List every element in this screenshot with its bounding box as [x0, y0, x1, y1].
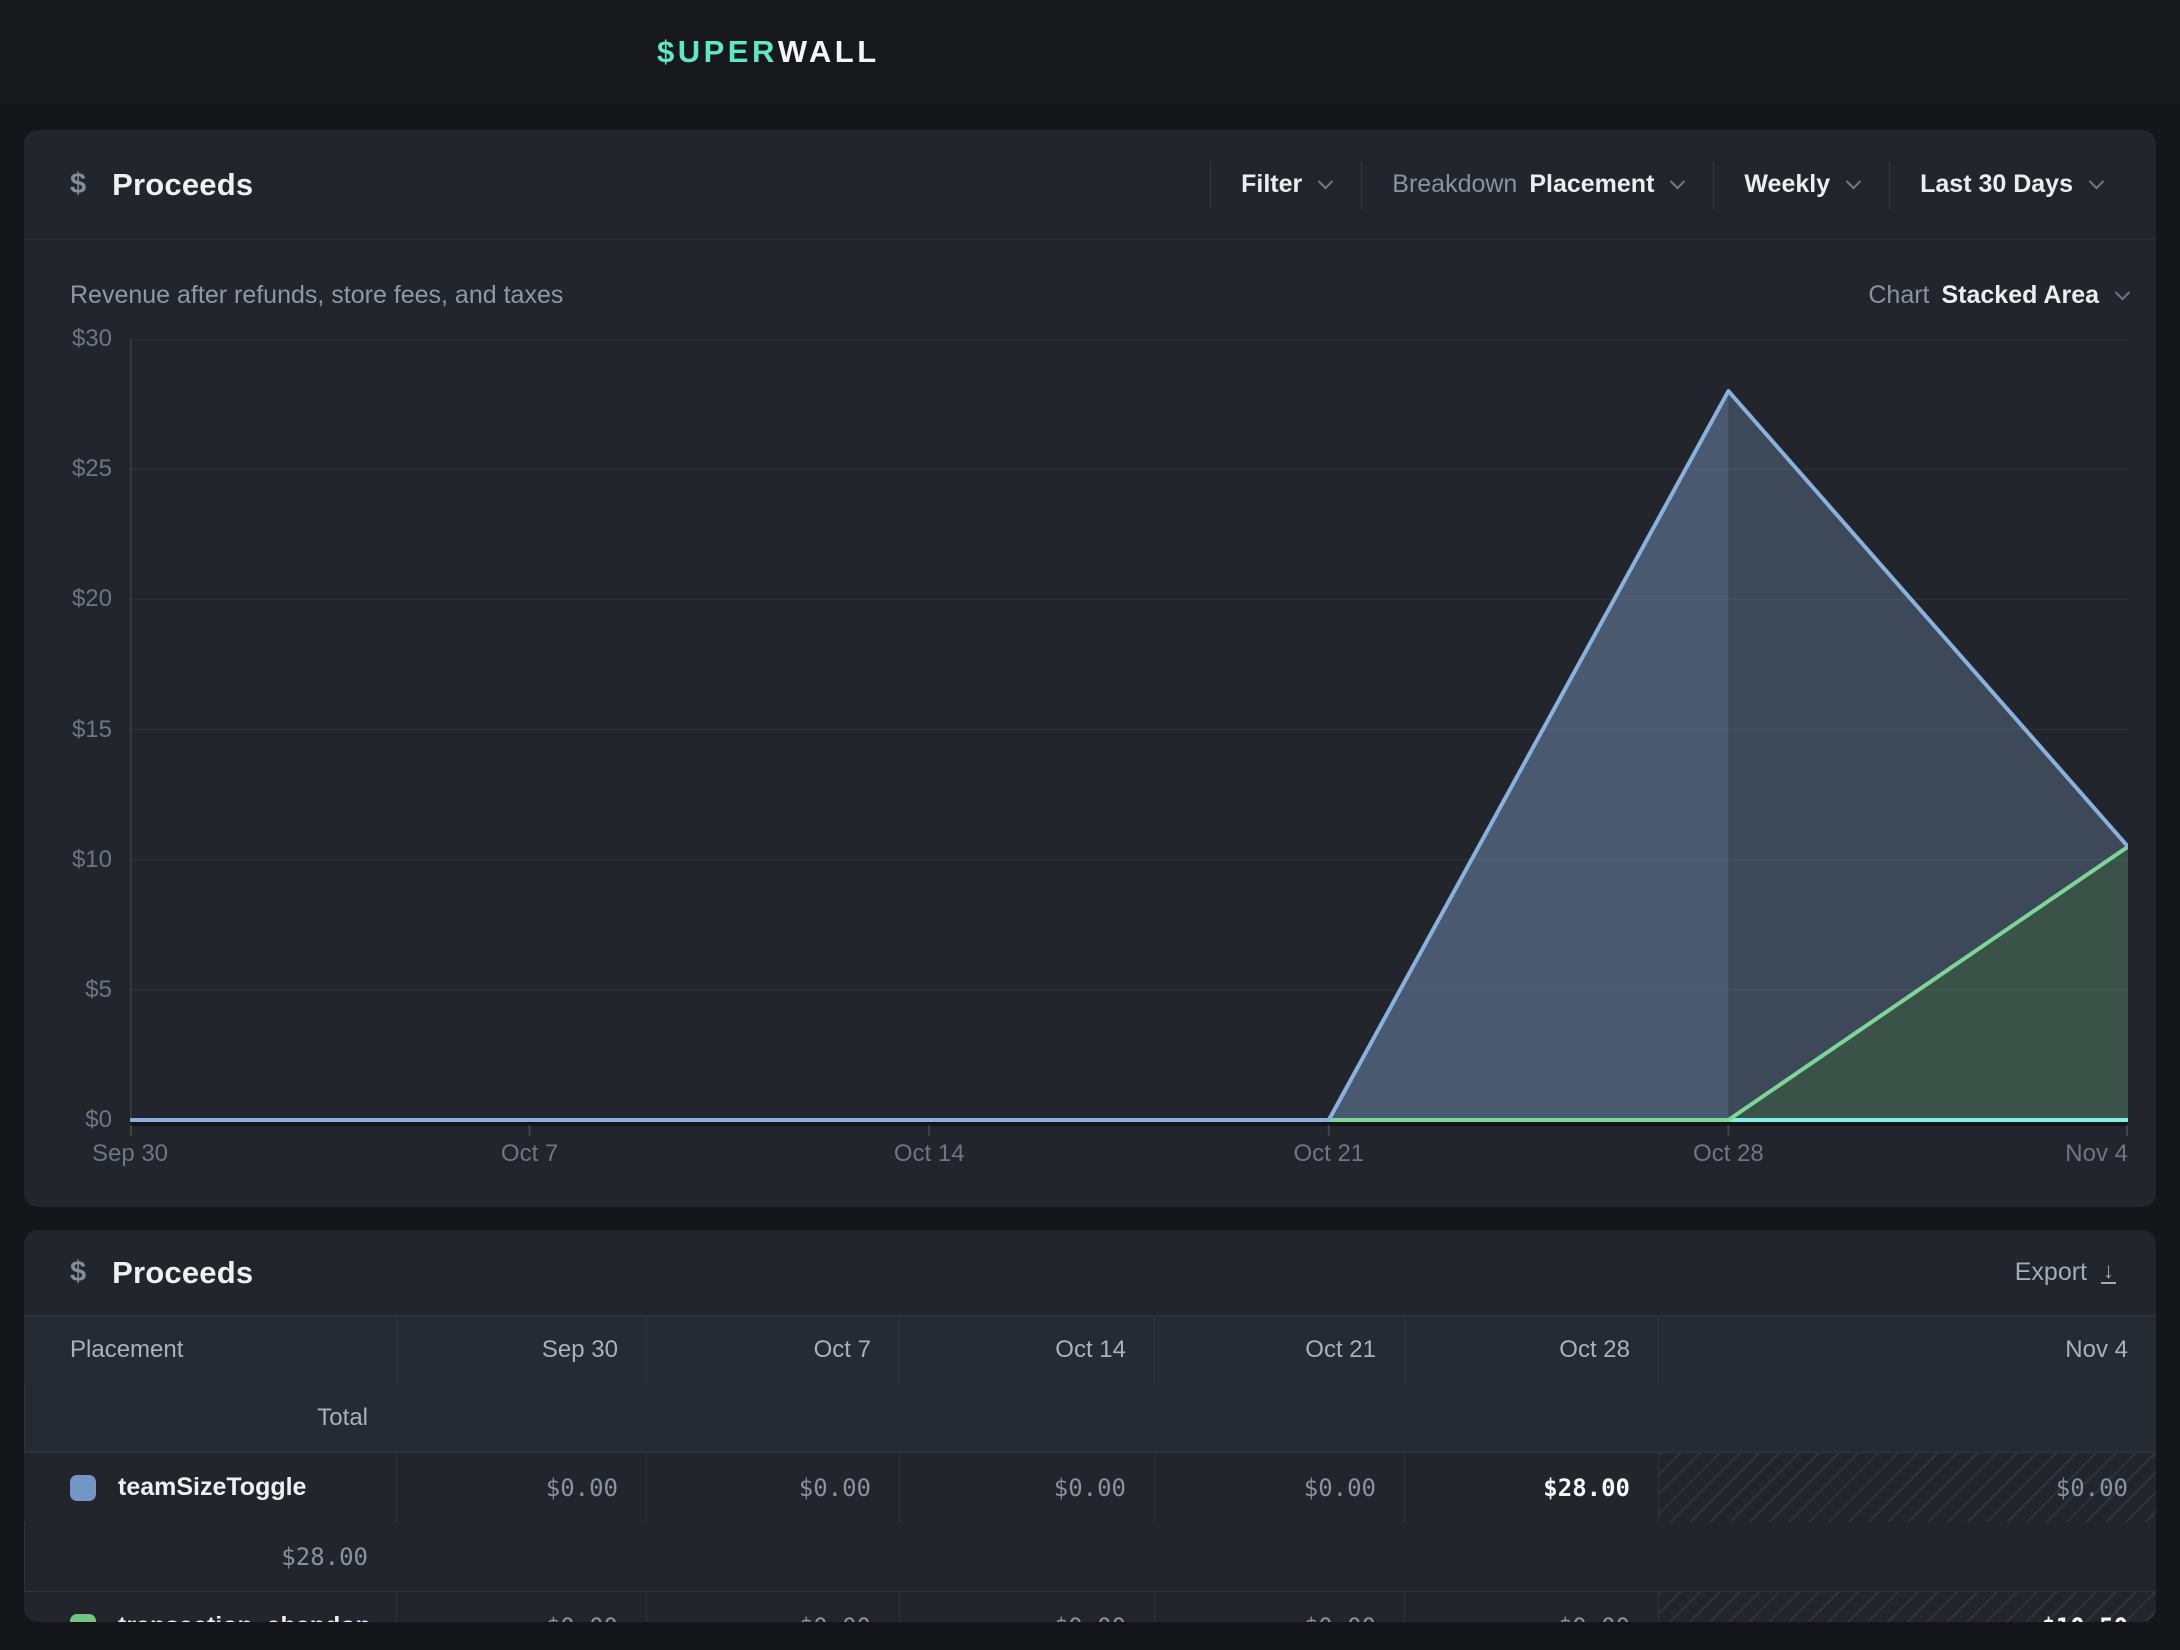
x-axis-label: Sep 30 — [92, 1139, 168, 1169]
table-card-title-group: $ Proceeds — [70, 1255, 253, 1291]
x-axis-label: Oct 14 — [894, 1139, 965, 1169]
page: $UPERWALL $ Proceeds Filter Breakdown Pl… — [0, 0, 2180, 1650]
value-cell: $0.00 — [899, 1453, 1154, 1522]
breakdown-dropdown[interactable]: Breakdown Placement — [1361, 161, 1713, 209]
column-header-placement: Placement — [24, 1316, 396, 1384]
x-axis-label: Nov 4 — [2065, 1139, 2128, 1169]
column-header-oct-21: Oct 21 — [1154, 1316, 1404, 1384]
placement-name: teamSizeToggle — [118, 1473, 306, 1502]
chevron-down-icon — [2115, 284, 2131, 300]
topbar: $UPERWALL — [0, 0, 2180, 104]
chart-svg — [130, 339, 2128, 1139]
y-axis-label: $5 — [24, 975, 112, 1005]
chevron-down-icon — [1670, 174, 1686, 190]
y-axis-label: $25 — [24, 454, 112, 484]
value-cell: $10.50 — [1658, 1592, 2156, 1622]
value-cell: $0.00 — [396, 1453, 646, 1522]
proceeds-table: PlacementSep 30Oct 7Oct 14Oct 21Oct 28No… — [24, 1315, 2156, 1622]
column-header-oct-28: Oct 28 — [1404, 1316, 1658, 1384]
value-cell: $0.00 — [396, 1592, 646, 1622]
breakdown-label: Breakdown — [1392, 170, 1517, 199]
table-card-header: $ Proceeds Export ↓ — [24, 1230, 2156, 1315]
chart-subtitle: Revenue after refunds, store fees, and t… — [70, 281, 563, 310]
placement-name-cell: teamSizeToggle — [24, 1453, 396, 1522]
chart-type-value: Stacked Area — [1942, 281, 2100, 310]
column-header-oct-7: Oct 7 — [646, 1316, 899, 1384]
value-cell: $0.00 — [646, 1453, 899, 1522]
y-axis-label: $0 — [24, 1105, 112, 1135]
table-header-row: PlacementSep 30Oct 7Oct 14Oct 21Oct 28No… — [24, 1315, 2156, 1453]
value-cell: $0.00 — [646, 1592, 899, 1622]
download-icon: ↓ — [2101, 1261, 2116, 1284]
chart-card-header: $ Proceeds Filter Breakdown Placement We… — [24, 130, 2156, 240]
dollar-icon: $ — [70, 1256, 86, 1289]
column-header-total: Total — [24, 1384, 396, 1452]
chart-card-title: Proceeds — [112, 167, 253, 203]
superwall-logo[interactable]: $UPERWALL — [657, 0, 880, 104]
x-axis-label: Oct 7 — [501, 1139, 558, 1169]
logo-text-super: $UPER — [657, 34, 778, 70]
table-row[interactable]: transaction_abandon$0.00$0.00$0.00$0.00$… — [24, 1592, 2156, 1622]
placement-name-cell: transaction_abandon — [24, 1592, 396, 1622]
value-cell: $28.00 — [1404, 1453, 1658, 1522]
chevron-down-icon — [2089, 174, 2105, 190]
interval-dropdown[interactable]: Weekly — [1713, 161, 1889, 209]
y-axis-label: $10 — [24, 845, 112, 875]
breakdown-value: Placement — [1529, 170, 1654, 199]
filter-dropdown[interactable]: Filter — [1210, 161, 1361, 209]
value-cell: $0.00 — [1154, 1592, 1404, 1622]
interval-value: Weekly — [1744, 170, 1830, 199]
value-cell: $0.00 — [1658, 1453, 2156, 1522]
filter-label: Filter — [1241, 170, 1302, 199]
y-axis-label: $30 — [24, 324, 112, 354]
proceeds-table-card: $ Proceeds Export ↓ PlacementSep 30Oct 7… — [24, 1230, 2156, 1622]
value-cell: $28.00 — [24, 1522, 396, 1591]
chart-controls: Filter Breakdown Placement Weekly Last 3… — [1210, 130, 2132, 239]
logo-text-wall: WALL — [778, 34, 880, 70]
table-card-title: Proceeds — [112, 1255, 253, 1291]
column-header-oct-14: Oct 14 — [899, 1316, 1154, 1384]
placement-name: transaction_abandon — [118, 1612, 371, 1622]
y-axis-label: $15 — [24, 715, 112, 745]
chart-type-dropdown[interactable]: Chart Stacked Area — [1838, 271, 2132, 319]
series-swatch — [70, 1614, 96, 1623]
chart-sub-row: Revenue after refunds, store fees, and t… — [24, 270, 2156, 320]
chart-card-title-group: $ Proceeds — [70, 167, 253, 203]
column-header-nov-4: Nov 4 — [1658, 1316, 2156, 1384]
value-cell: $0.00 — [1404, 1592, 1658, 1622]
chart-type-label: Chart — [1868, 281, 1929, 310]
x-axis-label: Oct 28 — [1693, 1139, 1764, 1169]
table-row[interactable]: teamSizeToggle$0.00$0.00$0.00$0.00$28.00… — [24, 1453, 2156, 1592]
export-label: Export — [2015, 1258, 2087, 1287]
value-cell: $0.00 — [899, 1592, 1154, 1622]
date-range-dropdown[interactable]: Last 30 Days — [1889, 161, 2132, 209]
chevron-down-icon — [1318, 174, 1334, 190]
series-swatch — [70, 1475, 96, 1501]
date-range-value: Last 30 Days — [1920, 170, 2073, 199]
y-axis-label: $20 — [24, 584, 112, 614]
proceeds-chart-card: $ Proceeds Filter Breakdown Placement We… — [24, 130, 2156, 1207]
export-button[interactable]: Export ↓ — [2015, 1258, 2116, 1287]
chevron-down-icon — [1846, 174, 1862, 190]
value-cell: $0.00 — [1154, 1453, 1404, 1522]
x-axis-label: Oct 21 — [1293, 1139, 1364, 1169]
column-header-sep-30: Sep 30 — [396, 1316, 646, 1384]
dollar-icon: $ — [70, 168, 86, 201]
stacked-area-chart[interactable]: $0$5$10$15$20$25$30Sep 30Oct 7Oct 14Oct … — [24, 339, 2156, 1189]
